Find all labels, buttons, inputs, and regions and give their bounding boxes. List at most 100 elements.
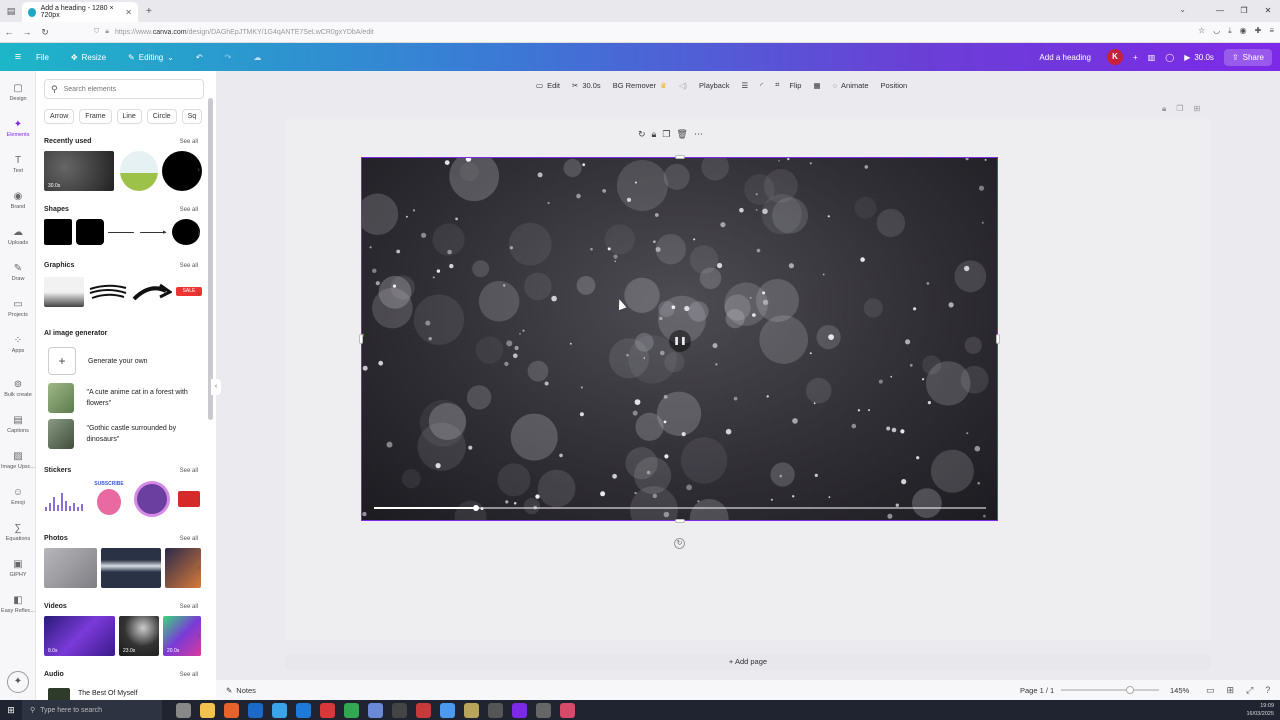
chip-circle[interactable]: Circle (146, 109, 177, 124)
chevron-right-icon[interactable]: › (197, 494, 200, 503)
app-icon[interactable] (560, 702, 575, 718)
app-icon[interactable] (368, 702, 383, 718)
windows-start-icon[interactable]: ⊞ (0, 705, 22, 716)
grid-view-icon[interactable]: ⊞ (1227, 685, 1235, 696)
trim-button[interactable]: ✂ 30.0s (572, 81, 601, 90)
edit-button[interactable]: ▭ Edit (536, 81, 560, 90)
more-options-icon[interactable]: ⋯ (694, 129, 703, 143)
see-all-stickers[interactable]: See all (180, 468, 198, 474)
taskbar-search[interactable]: ⚲ Type here to search (22, 700, 162, 720)
page-indicator[interactable]: Page 1 / 1 (1020, 686, 1054, 695)
recent-black-circle-thumb[interactable] (162, 151, 202, 191)
chevron-right-icon[interactable]: › (197, 289, 200, 298)
rail-item-projects[interactable]: ▭ Projects (0, 299, 36, 318)
chip-square[interactable]: Sq (181, 109, 203, 124)
design-title[interactable]: Add a heading (1039, 53, 1091, 62)
zoom-slider[interactable] (1061, 686, 1159, 694)
minimize-icon[interactable]: — (1208, 0, 1232, 22)
trash-icon[interactable]: 🗑︎ (676, 129, 687, 143)
browser-tab-active[interactable]: Add a heading - 1280 × 720px ✕ (22, 2, 138, 22)
video-scrubber[interactable] (374, 505, 986, 511)
bookmark-star-icon[interactable]: ☆ (1198, 26, 1205, 36)
recent-video-thumb[interactable]: 30.0s (44, 151, 114, 191)
recent-circle-landscape-thumb[interactable] (120, 151, 158, 191)
extensions-icon[interactable]: ✚ (1255, 26, 1262, 36)
resize-handle-top[interactable] (675, 155, 685, 159)
rail-item-captions[interactable]: ▤ Captions (0, 415, 36, 434)
close-tab-icon[interactable]: ✕ (125, 8, 132, 17)
outlook-icon[interactable] (296, 702, 311, 718)
tab-list-icon[interactable]: ▤ (0, 6, 22, 17)
duplicate-page-icon[interactable]: ❐ (1176, 104, 1183, 114)
rail-item-uploads[interactable]: ☁ Uploads (0, 227, 36, 246)
share-button[interactable]: ⇪ Share (1223, 48, 1272, 66)
see-all-videos[interactable]: See all (180, 604, 198, 610)
generate-your-own-button[interactable]: + Generate your own (48, 347, 148, 375)
chip-line[interactable]: Line (116, 109, 142, 124)
new-tab-icon[interactable]: + (146, 6, 152, 17)
animate-button[interactable]: ◌ Animate (833, 81, 869, 90)
pause-icon[interactable]: ❚❚ (669, 330, 691, 352)
see-all-shapes[interactable]: See all (180, 207, 198, 213)
opera-icon[interactable] (320, 702, 335, 718)
bg-remover-button[interactable]: BG Remover ♛ (613, 81, 667, 90)
video-element[interactable]: ❚❚ (361, 157, 998, 521)
rail-item-text[interactable]: T Text (0, 155, 36, 174)
duplicate-icon[interactable]: ❐ (662, 129, 670, 143)
menu-icon[interactable]: ≡ (1269, 26, 1274, 36)
zoom-level[interactable]: 145% (1170, 686, 1189, 695)
lock-icon[interactable]: 🔒︎ (652, 129, 657, 143)
fullscreen-icon[interactable]: ⤢ (1246, 685, 1253, 696)
chevron-right-icon[interactable]: › (197, 165, 200, 174)
hamburger-menu-icon[interactable]: ≡ (0, 51, 36, 63)
file-menu[interactable]: File (36, 53, 49, 62)
video-thumb[interactable]: 8.0s (44, 616, 115, 656)
sticker-podcast-badge[interactable] (134, 481, 170, 517)
search-box[interactable]: ⚲ (44, 79, 204, 99)
account-icon[interactable]: ◉ (1240, 26, 1247, 36)
rail-item-giphy[interactable]: ▣ GIPHY (0, 559, 36, 578)
shape-line[interactable] (108, 232, 134, 233)
ai-prompt-suggestion[interactable]: "A cute anime cat in a forest with flowe… (48, 383, 198, 413)
magic-assistant-icon[interactable]: ✦ (7, 671, 29, 693)
lock-page-icon[interactable]: 🔒︎ (1162, 104, 1166, 114)
sticker-subscribe[interactable]: SUBSCRIBE (90, 481, 128, 519)
rotate-handle-icon[interactable]: ↻ (674, 538, 685, 549)
audio-title[interactable]: The Best Of Myself (78, 690, 138, 697)
steam-icon[interactable] (248, 702, 263, 718)
present-button[interactable]: ▶ 30.0s (1184, 53, 1214, 62)
resize-button[interactable]: ✥ Resize (71, 53, 106, 62)
taskbar-clock[interactable]: 19:09 16/03/2025 (1246, 702, 1274, 718)
close-window-icon[interactable]: ✕ (1256, 0, 1280, 22)
rail-item-design[interactable]: ▢ Design (0, 83, 36, 102)
rail-item-apps[interactable]: ⁘ Apps (0, 335, 36, 354)
photo-thumb[interactable] (101, 548, 161, 588)
photo-thumb[interactable] (165, 548, 201, 588)
add-collaborator-icon[interactable]: + (1133, 53, 1138, 62)
notes-button[interactable]: ✎ Notes (226, 686, 256, 695)
add-page-button[interactable]: + Add page (285, 654, 1211, 670)
see-all-audio[interactable]: See all (180, 672, 198, 678)
app-icon[interactable] (344, 702, 359, 718)
editing-mode-button[interactable]: ✎ Editing ⌄ (128, 53, 174, 62)
app-icon[interactable] (416, 702, 431, 718)
chevron-down-icon[interactable]: ⌄ (1179, 5, 1186, 14)
chip-arrow[interactable]: Arrow (44, 109, 75, 124)
rotate-refresh-icon[interactable]: ↻ (638, 129, 646, 143)
insights-icon[interactable]: ▥ (1148, 53, 1156, 62)
pages-view-icon[interactable]: ▭ (1206, 685, 1215, 696)
flip-button[interactable]: ⌗ Flip (775, 80, 801, 90)
shape-rounded-square[interactable] (76, 219, 104, 245)
shape-square[interactable] (44, 219, 72, 245)
file-explorer-icon[interactable] (200, 702, 215, 718)
app-icon[interactable] (512, 702, 527, 718)
graphic-gradient-thumb[interactable] (44, 277, 84, 307)
sticker-sound-wave[interactable] (44, 491, 86, 513)
search-input[interactable] (63, 85, 194, 93)
resize-handle-bottom[interactable] (675, 519, 685, 523)
chevron-right-icon[interactable]: › (197, 563, 200, 572)
rail-item-easy-reflec[interactable]: ◧ Easy Reflec... (0, 595, 36, 614)
rail-item-image-upsc[interactable]: ▨ Image Upsc... (0, 451, 36, 470)
rail-item-bulk-create[interactable]: ⊚ Bulk create (0, 379, 36, 398)
add-page-icon[interactable]: ⊞ (1193, 104, 1200, 114)
